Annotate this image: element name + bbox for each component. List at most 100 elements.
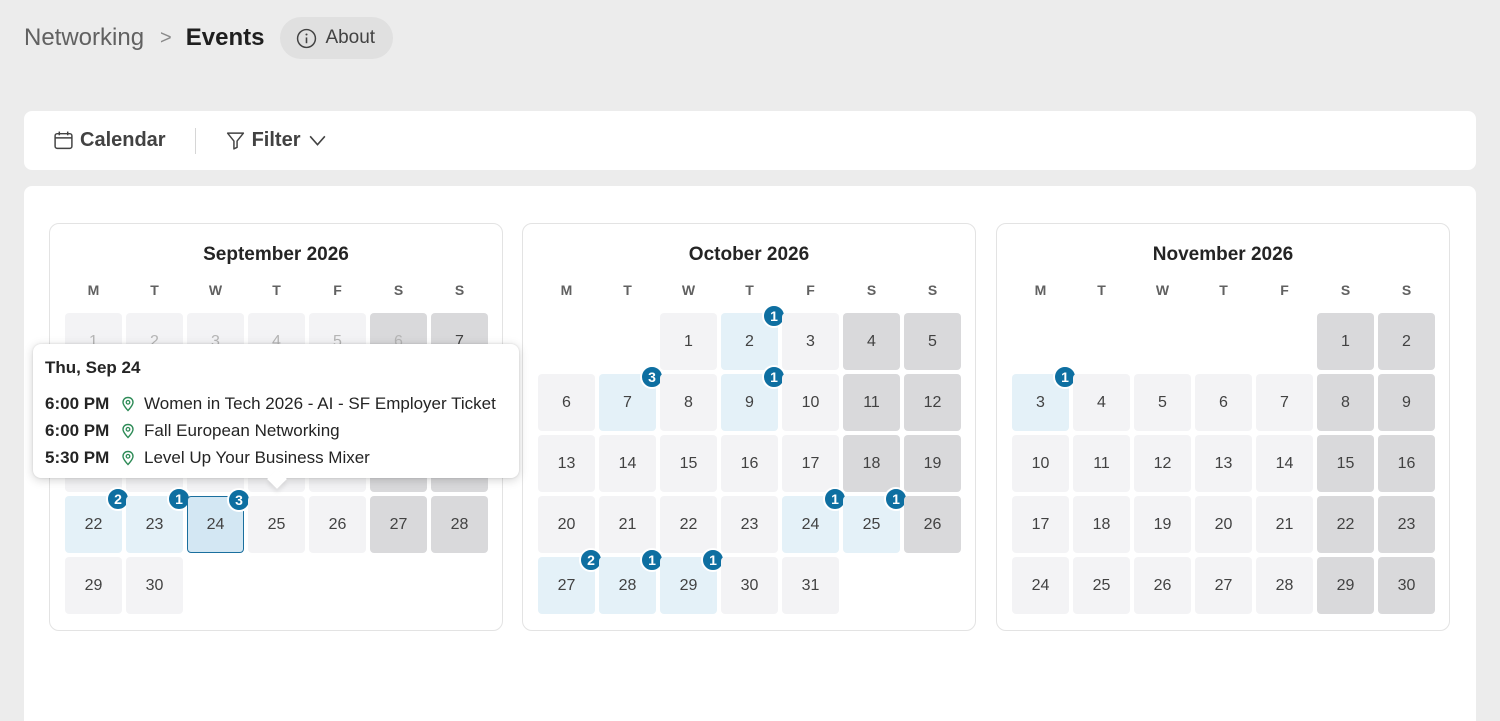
calendar-day[interactable]: 22: [660, 496, 717, 553]
event-name: Level Up Your Business Mixer: [144, 447, 370, 467]
calendar-day[interactable]: 6: [538, 374, 595, 431]
calendar-day[interactable]: 10: [1012, 435, 1069, 492]
calendar-day[interactable]: 14: [599, 435, 656, 492]
calendar-day[interactable]: 31: [782, 557, 839, 614]
location-pin-icon: [122, 396, 134, 411]
calendar-day[interactable]: 19: [904, 435, 961, 492]
calendar-day[interactable]: 73: [599, 365, 664, 431]
weekday-header: W: [681, 282, 696, 298]
calendar-day[interactable]: 4: [1073, 374, 1130, 431]
calendar-day[interactable]: 4: [843, 313, 900, 370]
calendar-day[interactable]: 22 2: [65, 487, 130, 553]
calendar-day[interactable]: 14: [1256, 435, 1313, 492]
calendar-day[interactable]: 6: [1195, 374, 1252, 431]
calendar-day[interactable]: 8: [1317, 374, 1374, 431]
calendar-day[interactable]: 19: [1134, 496, 1191, 553]
calendar-day[interactable]: 25: [1073, 557, 1130, 614]
calendar-day[interactable]: 16: [1378, 435, 1435, 492]
calendar-day[interactable]: 25: [248, 496, 305, 553]
location-pin-icon: [122, 423, 134, 438]
weekday-header: T: [623, 282, 632, 298]
calendar-day[interactable]: 30: [721, 557, 778, 614]
event-name: Women in Tech 2026 - AI - SF Employer Ti…: [144, 393, 496, 413]
calendar-day[interactable]: 30: [1378, 557, 1435, 614]
month-calendar: October 2026 M T W T F S S 1 2 1 3 4 5 6 7 3 8 9 1 10 11 12 13 1…: [522, 223, 976, 631]
calendar-day[interactable]: 11: [1073, 435, 1130, 492]
about-button[interactable]: About: [280, 17, 394, 59]
calendar-day[interactable]: 21: [599, 496, 656, 553]
calendar-day[interactable]: 27: [370, 496, 427, 553]
month-title: September 2026: [203, 244, 349, 265]
calendar-day[interactable]: 29: [65, 557, 122, 614]
calendar-day[interactable]: 1: [660, 313, 717, 370]
calendar-day[interactable]: 8: [660, 374, 717, 431]
tooltip-event-row[interactable]: 5:30 PM Level Up Your Business Mixer: [45, 444, 507, 471]
calendar-day[interactable]: 17: [782, 435, 839, 492]
tooltip-event-row[interactable]: 6:00 PM Women in Tech 2026 - AI - SF Empl…: [45, 390, 507, 417]
month-calendar: November 2026 M T W T F S S 1 2 3 1 4 5 6 7 8 9 10 11 12 13 14…: [996, 223, 1450, 631]
calendar-day[interactable]: 15: [660, 435, 717, 492]
calendar-day[interactable]: 24 1: [782, 487, 847, 553]
weekday-header: S: [927, 282, 938, 298]
calendar-day[interactable]: 3: [782, 313, 839, 370]
about-label: About: [325, 27, 376, 48]
event-time: 6:00 PM: [45, 420, 110, 440]
calendar-day[interactable]: 5: [904, 313, 961, 370]
calendar-day[interactable]: 11: [843, 374, 900, 431]
calendar-day[interactable]: 24: [1012, 557, 1069, 614]
calendar-day[interactable]: 17: [1012, 496, 1069, 553]
location-pin-icon: [122, 450, 134, 465]
calendar-day[interactable]: 24 3: [187, 488, 251, 553]
calendar-day[interactable]: 20: [1195, 496, 1252, 553]
calendar-day[interactable]: 28: [431, 496, 488, 553]
weekday-header: T: [1219, 282, 1228, 298]
calendar-day[interactable]: 21: [721, 304, 786, 370]
calendar-day[interactable]: 23: [1378, 496, 1435, 553]
calendar-day[interactable]: 26: [1134, 557, 1191, 614]
filter-button[interactable]: Filter: [225, 129, 328, 152]
calendar-day[interactable]: 5: [1134, 374, 1191, 431]
weekday-header: W: [208, 282, 223, 298]
filter-icon: [226, 132, 244, 150]
calendar-day[interactable]: 20: [538, 496, 595, 553]
calendar-day[interactable]: 13: [538, 435, 595, 492]
calendar-day[interactable]: 29: [1317, 557, 1374, 614]
calendar-day[interactable]: 26: [904, 496, 961, 553]
breadcrumb-parent[interactable]: Networking: [24, 24, 144, 52]
event-time: 6:00 PM: [45, 393, 110, 413]
chevron-down-icon: [309, 135, 325, 146]
calendar-day[interactable]: 30: [126, 557, 183, 614]
calendar-day[interactable]: 1: [1317, 313, 1374, 370]
calendar-day[interactable]: 18: [1073, 496, 1130, 553]
tooltip-event-row[interactable]: 6:00 PM Fall European Networking: [45, 417, 507, 444]
calendar-day[interactable]: 23: [721, 496, 778, 553]
calendar-day[interactable]: 25 1: [843, 487, 908, 553]
calendar-day[interactable]: 7: [1256, 374, 1313, 431]
calendar-day[interactable]: 13: [1195, 435, 1252, 492]
calendar-day[interactable]: 91: [721, 365, 786, 431]
calendar-day[interactable]: 18: [843, 435, 900, 492]
weekday-header: T: [745, 282, 754, 298]
calendar-view-button[interactable]: Calendar: [53, 129, 166, 152]
calendar-day[interactable]: 2: [1378, 313, 1435, 370]
calendar-day[interactable]: 28 1: [599, 548, 664, 614]
day-events-tooltip: Thu, Sep 24 6:00 PM Women in Tech 2026 - …: [33, 344, 519, 478]
calendar-day[interactable]: 27: [1195, 557, 1252, 614]
calendar-day[interactable]: 9: [1378, 374, 1435, 431]
weekday-header: F: [333, 282, 342, 298]
calendar-day[interactable]: 16: [721, 435, 778, 492]
calendar-day[interactable]: 31: [1012, 365, 1077, 431]
calendar-day[interactable]: 29 1: [660, 548, 725, 614]
calendar-day[interactable]: 22: [1317, 496, 1374, 553]
event-time: 5:30 PM: [45, 447, 110, 467]
calendar-day[interactable]: 26: [309, 496, 366, 553]
calendar-day[interactable]: 12: [1134, 435, 1191, 492]
calendar-day[interactable]: 15: [1317, 435, 1374, 492]
calendar-day[interactable]: 23 1: [126, 487, 191, 553]
month-title: November 2026: [1152, 244, 1294, 265]
calendar-day[interactable]: 10: [782, 374, 839, 431]
calendar-day[interactable]: 21: [1256, 496, 1313, 553]
calendar-day[interactable]: 28: [1256, 557, 1313, 614]
calendar-day[interactable]: 12: [904, 374, 961, 431]
calendar-day[interactable]: 27 2: [538, 548, 603, 614]
